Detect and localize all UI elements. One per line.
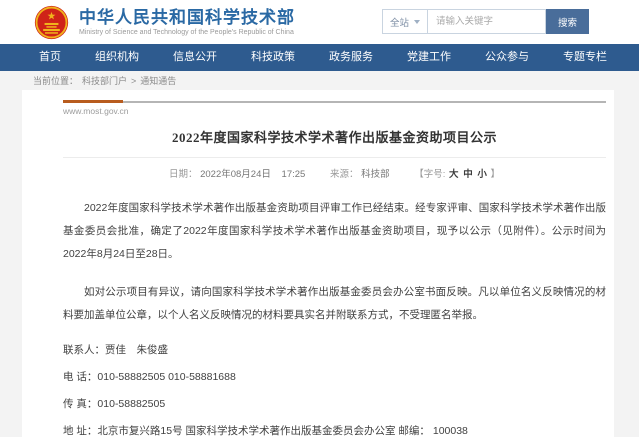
article-body: 2022年度国家科学技术学术著作出版基金资助项目评审工作已经结束。经专家评审、国… bbox=[63, 197, 606, 437]
fontsize-medium-button[interactable]: 中 bbox=[463, 169, 473, 180]
site-title: 中华人民共和国科学技术部 bbox=[79, 9, 295, 27]
breadcrumb-prefix: 当前位置： bbox=[33, 74, 78, 87]
source-value: 科技部 bbox=[361, 169, 390, 180]
site-header: 中华人民共和国科学技术部 Ministry of Science and Tec… bbox=[0, 0, 639, 44]
fontsize-prefix: 【字号: bbox=[414, 169, 445, 180]
breadcrumb-site-link[interactable]: 科技部门户 bbox=[82, 74, 127, 87]
fax-value: 010-58882505 bbox=[97, 398, 165, 410]
article-title: 2022年度国家科学技术学术著作出版基金资助项目公示 bbox=[63, 127, 606, 146]
fax-label: 传 真： bbox=[63, 398, 97, 410]
contact-value: 贾佳 朱俊盛 bbox=[105, 344, 168, 356]
nav-item-party-building[interactable]: 党建工作 bbox=[407, 44, 451, 71]
divider-accent bbox=[63, 100, 123, 103]
address-label: 地 址： bbox=[63, 425, 97, 437]
address-value: 北京市复兴路15号 国家科学技术学术著作出版基金委员会办公室 邮编： 10003… bbox=[97, 425, 467, 437]
main-nav: 首页 组织机构 信息公开 科技政策 政务服务 党建工作 公众参与 专题专栏 bbox=[0, 44, 639, 71]
phone-row: 电 话：010-58882505 010-58881688 bbox=[63, 371, 606, 384]
contact-label: 联系人： bbox=[63, 344, 105, 356]
nav-item-sci-tech-policy[interactable]: 科技政策 bbox=[251, 44, 295, 71]
source-label: 来源： bbox=[330, 169, 359, 180]
fontsize-suffix: 】 bbox=[491, 169, 501, 180]
nav-item-gov-services[interactable]: 政务服务 bbox=[329, 44, 373, 71]
divider-line bbox=[123, 101, 606, 103]
article-panel: www.most.gov.cn 2022年度国家科学技术学术著作出版基金资助项目… bbox=[22, 90, 614, 437]
meta-divider bbox=[63, 157, 606, 158]
watermark-url: www.most.gov.cn bbox=[63, 106, 606, 116]
nav-item-organization[interactable]: 组织机构 bbox=[95, 44, 139, 71]
publish-time: 17:25 bbox=[282, 169, 306, 180]
top-divider bbox=[63, 100, 606, 103]
nav-item-home[interactable]: 首页 bbox=[39, 44, 61, 71]
phone-value: 010-58882505 010-58881688 bbox=[97, 371, 235, 383]
nav-item-public-participation[interactable]: 公众参与 bbox=[485, 44, 529, 71]
search-input[interactable] bbox=[428, 9, 546, 34]
search-button[interactable]: 搜索 bbox=[546, 9, 589, 34]
national-emblem-icon bbox=[33, 4, 70, 41]
nav-item-special-topics[interactable]: 专题专栏 bbox=[563, 44, 607, 71]
search-scope-label: 全站 bbox=[390, 15, 409, 29]
breadcrumb-current-link[interactable]: 通知通告 bbox=[140, 74, 176, 87]
contact-person-row: 联系人：贾佳 朱俊盛 bbox=[63, 344, 606, 357]
fontsize-large-button[interactable]: 大 bbox=[449, 169, 459, 180]
publish-date: 2022年08月24日 bbox=[200, 169, 271, 180]
breadcrumb: 当前位置： 科技部门户 > 通知通告 bbox=[0, 71, 639, 90]
search-scope-dropdown[interactable]: 全站 bbox=[382, 9, 428, 34]
search-bar: 全站 搜索 bbox=[382, 9, 589, 34]
paragraph: 如对公示项目有异议，请向国家科学技术学术著作出版基金委员会办公室书面反映。凡以单… bbox=[63, 281, 606, 327]
paragraph: 2022年度国家科学技术学术著作出版基金资助项目评审工作已经结束。经专家评审、国… bbox=[63, 197, 606, 266]
date-label: 日期： bbox=[169, 169, 198, 180]
breadcrumb-separator: > bbox=[131, 76, 136, 86]
chevron-down-icon bbox=[414, 20, 420, 24]
nav-item-info-disclosure[interactable]: 信息公开 bbox=[173, 44, 217, 71]
brand-block: 中华人民共和国科学技术部 Ministry of Science and Tec… bbox=[79, 9, 295, 36]
site-subtitle: Ministry of Science and Technology of th… bbox=[79, 29, 295, 36]
address-row: 地 址：北京市复兴路15号 国家科学技术学术著作出版基金委员会办公室 邮编： 1… bbox=[63, 425, 606, 437]
fax-row: 传 真：010-58882505 bbox=[63, 398, 606, 411]
fontsize-small-button[interactable]: 小 bbox=[477, 169, 487, 180]
article-meta: 日期： 2022年08月24日 17:25 来源： 科技部 【字号: 大 中 小… bbox=[63, 166, 606, 180]
phone-label: 电 话： bbox=[63, 371, 97, 383]
